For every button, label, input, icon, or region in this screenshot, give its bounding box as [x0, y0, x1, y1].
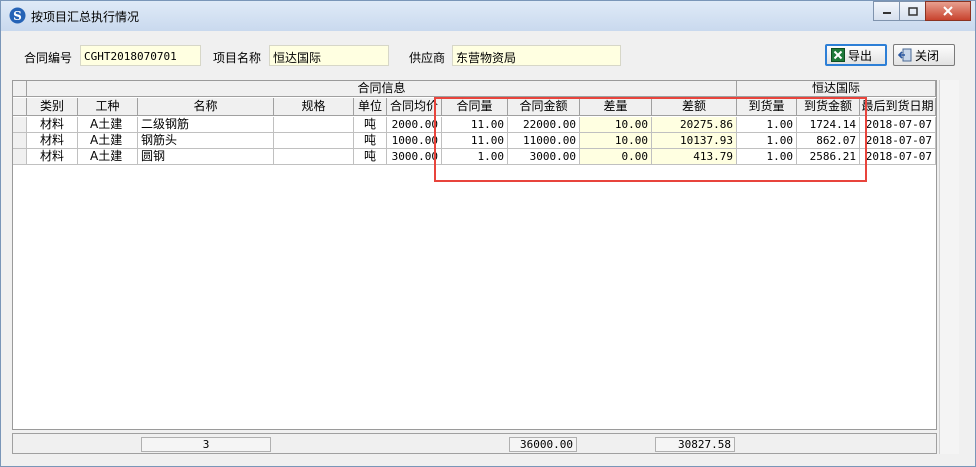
column-header[interactable]: 工种: [78, 98, 138, 116]
maximize-button[interactable]: [899, 1, 926, 21]
table-cell: 2018-07-07: [860, 133, 936, 149]
window-controls: [873, 1, 971, 21]
table-cell: 材料: [27, 117, 78, 133]
table-cell: A土建: [78, 149, 138, 165]
contract-no-label: 合同编号: [24, 51, 73, 65]
contract-no-field[interactable]: CGHT2018070701: [80, 45, 201, 66]
supplier-label: 供应商: [409, 51, 446, 65]
column-header[interactable]: 名称: [138, 98, 274, 116]
table-cell: 2018-07-07: [860, 117, 936, 133]
group-header-spacer: [13, 81, 27, 97]
row-selector[interactable]: [13, 133, 27, 149]
close-window-button[interactable]: [925, 1, 971, 21]
table-cell: [274, 149, 354, 165]
exit-door-icon: [898, 48, 912, 62]
row-count-total: 3: [141, 437, 271, 452]
totals-bar: 3 36000.00 30827.58: [12, 433, 937, 454]
app-logo-icon: S: [9, 7, 26, 24]
vertical-scrollbar[interactable]: [939, 80, 959, 454]
table-cell: A土建: [78, 133, 138, 149]
table-cell: 2018-07-07: [860, 149, 936, 165]
table-cell: A土建: [78, 117, 138, 133]
table-cell: 吨: [354, 149, 387, 165]
column-header[interactable]: 类别: [27, 98, 78, 116]
column-header[interactable]: 单位: [354, 98, 387, 116]
project-name-field[interactable]: 恒达国际: [269, 45, 389, 66]
table-cell: 圆钢: [138, 149, 274, 165]
close-label: 关闭: [915, 48, 940, 63]
project-name-label: 项目名称: [213, 51, 262, 65]
close-icon: [943, 6, 953, 16]
export-button[interactable]: 导出: [825, 44, 887, 66]
minimize-button[interactable]: [873, 1, 900, 21]
minimize-icon: [882, 12, 891, 14]
close-button[interactable]: 关闭: [893, 44, 955, 66]
table-cell: 吨: [354, 133, 387, 149]
table-cell: 吨: [354, 117, 387, 133]
row-selector[interactable]: [13, 117, 27, 133]
table-cell: 材料: [27, 149, 78, 165]
group-header-contract: 合同信息: [27, 81, 737, 97]
row-selector-header: [13, 98, 27, 116]
title-bar[interactable]: S 按项目汇总执行情况: [1, 1, 975, 31]
svg-text:S: S: [13, 9, 22, 23]
column-header[interactable]: 规格: [274, 98, 354, 116]
maximize-icon: [907, 6, 918, 16]
group-header-project: 恒达国际: [737, 81, 936, 97]
main-window: S 按项目汇总执行情况 合同编号 CGHT2018070701 项目名称 恒达国…: [0, 0, 976, 467]
table-cell: 二级钢筋: [138, 117, 274, 133]
excel-icon: [831, 48, 845, 62]
window-title: 按项目汇总执行情况: [31, 10, 140, 24]
highlight-annotation-box: [434, 97, 867, 182]
table-cell: 材料: [27, 133, 78, 149]
row-selector[interactable]: [13, 149, 27, 165]
table-cell: [274, 117, 354, 133]
column-header[interactable]: 最后到货日期: [860, 98, 936, 116]
diff-total: 30827.58: [655, 437, 735, 452]
supplier-field[interactable]: 东营物资局: [452, 45, 621, 66]
table-cell: 钢筋头: [138, 133, 274, 149]
amount-total: 36000.00: [509, 437, 577, 452]
export-label: 导出: [848, 48, 873, 63]
table-cell: [274, 133, 354, 149]
